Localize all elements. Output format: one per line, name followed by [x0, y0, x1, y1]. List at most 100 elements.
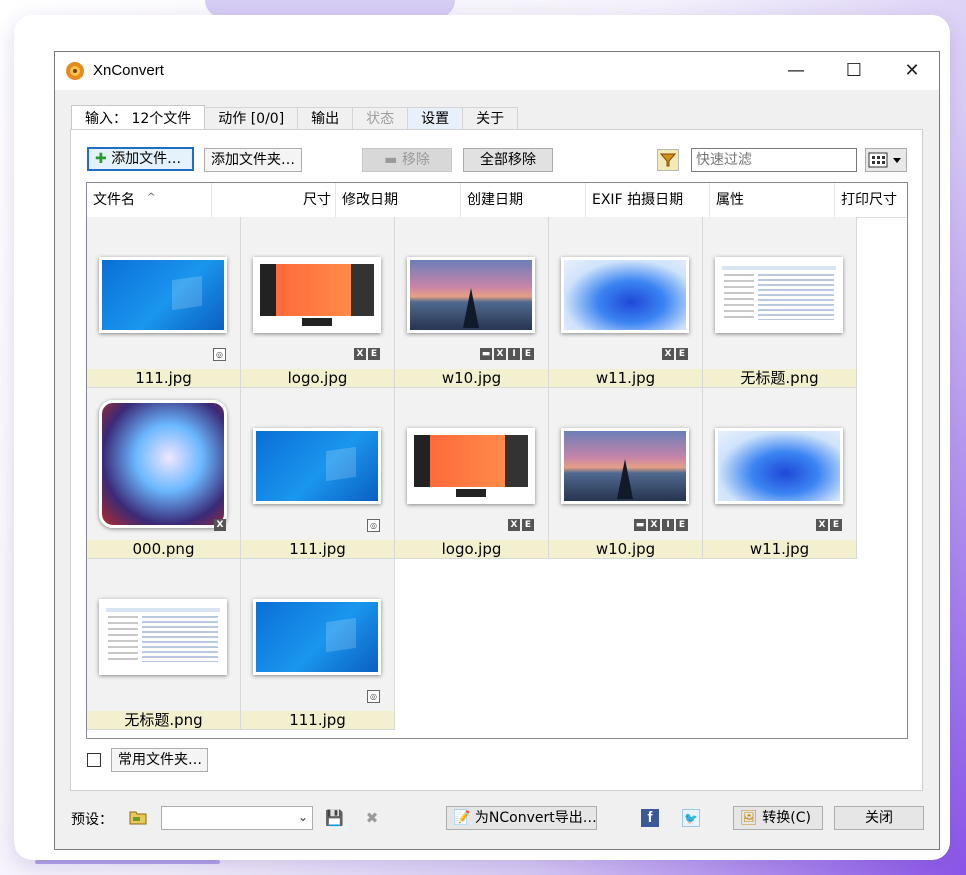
thumbnail-image — [715, 428, 843, 504]
add-files-button[interactable]: ✚ 添加文件… — [87, 147, 194, 171]
metadata-badges: ◎ — [367, 690, 380, 703]
exif-badge-icon: E — [522, 519, 534, 531]
file-name-label: logo.jpg — [395, 540, 548, 558]
twitter-icon[interactable]: 🐦 — [682, 809, 700, 827]
file-thumbnail-item[interactable]: X Elogo.jpg — [395, 388, 549, 559]
file-thumbnail-item[interactable]: 无标题.png — [703, 217, 857, 388]
tab-input[interactable]: 输入： 12个文件 — [71, 105, 206, 131]
file-list[interactable]: 文件名 ^ 尺寸 修改日期 创建日期 EXIF 拍摄日期 属性 打印尺寸 ◎ 11… — [86, 182, 908, 739]
file-name-label: 111.jpg — [241, 540, 394, 558]
exif-badge-icon: E — [676, 348, 688, 360]
window-title: XnConvert — [93, 62, 164, 79]
file-thumbnail-item[interactable]: ▬ X I Ew10.jpg — [395, 217, 549, 388]
common-folder-button[interactable]: 常用文件夹… — [111, 748, 208, 772]
save-preset-icon[interactable]: 💾 — [325, 809, 344, 827]
exif-badge-icon: E — [676, 519, 688, 531]
iptc-badge-icon: I — [662, 519, 674, 531]
remove-label: 移除 — [401, 152, 430, 168]
remove-all-button[interactable]: 全部移除 — [463, 148, 553, 172]
xmp-badge-icon: X — [214, 519, 226, 531]
export-nconvert-button[interactable]: 📝 为NConvert导出… — [446, 806, 597, 830]
delete-preset-icon[interactable]: ✖ — [363, 809, 381, 827]
thumbnail-image — [253, 257, 381, 333]
comment-badge-icon: ▬ — [634, 519, 646, 531]
file-name-label: 000.png — [87, 540, 240, 558]
xmp-badge-icon: X — [494, 348, 506, 360]
col-filename[interactable]: 文件名 ^ — [87, 183, 212, 217]
tab-status[interactable]: 状态 — [352, 107, 409, 130]
file-thumbnail-item[interactable]: ▬ X I Ew10.jpg — [549, 388, 703, 559]
metadata-badges: XE — [354, 348, 380, 360]
metadata-badges: XE — [508, 519, 534, 531]
tab-actions[interactable]: 动作 [0/0] — [204, 107, 299, 130]
title-bar: XnConvert — ☐ ✕ — [55, 52, 939, 90]
chevron-down-icon: ⌄ — [297, 810, 308, 824]
tab-settings[interactable]: 设置 — [407, 107, 464, 130]
facebook-icon[interactable]: f — [641, 809, 659, 827]
filter-icon[interactable] — [657, 149, 679, 171]
close-button[interactable]: ✕ — [889, 56, 935, 86]
file-name-label: 无标题.png — [703, 369, 856, 387]
thumbnail-image — [407, 257, 535, 333]
file-thumbnail-item[interactable]: X Elogo.jpg — [241, 217, 395, 388]
view-mode-button[interactable] — [865, 148, 907, 172]
xmp-badge-icon: X — [508, 519, 520, 531]
file-thumbnail-item[interactable]: ◎ 111.jpg — [241, 559, 395, 730]
remove-button[interactable]: ▬ 移除 — [362, 148, 452, 172]
color-profile-badge-icon: ◎ — [367, 690, 380, 703]
exif-badge-icon: E — [522, 348, 534, 360]
col-exif-date[interactable]: EXIF 拍摄日期 — [586, 183, 710, 217]
thumbnail-image — [561, 257, 689, 333]
quick-filter-input[interactable] — [691, 148, 857, 172]
col-filename-label: 文件名 — [93, 192, 135, 208]
convert-button[interactable]: 🖼 转换(C) — [733, 806, 823, 830]
file-name-label: w10.jpg — [549, 540, 702, 558]
maximize-button[interactable]: ☐ — [831, 56, 877, 86]
file-thumbnail-item[interactable]: 无标题.png — [87, 559, 241, 730]
minimize-button[interactable]: — — [773, 56, 819, 86]
metadata-badges: X — [214, 519, 226, 531]
xmp-badge-icon: X — [662, 348, 674, 360]
exif-badge-icon: E — [830, 519, 842, 531]
grid-view-icon — [868, 152, 901, 168]
file-thumbnail-item[interactable]: X Ew11.jpg — [549, 217, 703, 388]
open-folder-icon[interactable] — [129, 809, 147, 827]
file-thumbnail-item[interactable]: X 000.png — [87, 388, 241, 559]
screenshot-card: XnConvert — ☐ ✕ 输入： 12个文件 动作 [0/0] 输出 状态… — [14, 15, 950, 860]
common-folder-checkbox[interactable] — [87, 753, 101, 767]
metadata-badges: ◎ — [213, 348, 226, 361]
col-created[interactable]: 创建日期 — [461, 183, 586, 217]
file-thumbnail-item[interactable]: ◎ 111.jpg — [241, 388, 395, 559]
xmp-badge-icon: X — [648, 519, 660, 531]
file-thumbnail-item[interactable]: ◎ 111.jpg — [87, 217, 241, 388]
file-name-label: 111.jpg — [241, 711, 394, 729]
thumbnail-image — [715, 257, 843, 333]
col-print-size[interactable]: 打印尺寸 — [835, 183, 907, 217]
file-name-label: w10.jpg — [395, 369, 548, 387]
thumbnail-image — [99, 257, 227, 333]
col-size[interactable]: 尺寸 — [212, 183, 336, 217]
add-folder-button[interactable]: 添加文件夹… — [204, 148, 302, 172]
col-attributes[interactable]: 属性 — [710, 183, 835, 217]
metadata-badges: XE — [662, 348, 688, 360]
tab-about[interactable]: 关于 — [462, 107, 519, 130]
thumbnail-image — [407, 428, 535, 504]
convert-icon: 🖼 — [740, 810, 758, 826]
preset-select[interactable]: ⌄ — [161, 806, 313, 830]
metadata-badges: ▬ X I E — [634, 519, 688, 531]
col-modified[interactable]: 修改日期 — [336, 183, 461, 217]
file-name-label: 111.jpg — [87, 369, 240, 387]
xmp-badge-icon: X — [354, 348, 366, 360]
file-name-label: w11.jpg — [549, 369, 702, 387]
tab-output[interactable]: 输出 — [297, 107, 354, 130]
file-name-label: 无标题.png — [87, 711, 240, 729]
sort-up-icon: ^ — [147, 192, 156, 203]
thumbnail-image — [253, 428, 381, 504]
thumbnail-image — [253, 599, 381, 675]
color-profile-badge-icon: ◎ — [213, 348, 226, 361]
funnel-icon — [659, 153, 677, 167]
color-profile-badge-icon: ◎ — [367, 519, 380, 532]
xnconvert-logo-icon — [66, 62, 84, 80]
file-thumbnail-item[interactable]: X Ew11.jpg — [703, 388, 857, 559]
close-dialog-button[interactable]: 关闭 — [834, 806, 924, 830]
